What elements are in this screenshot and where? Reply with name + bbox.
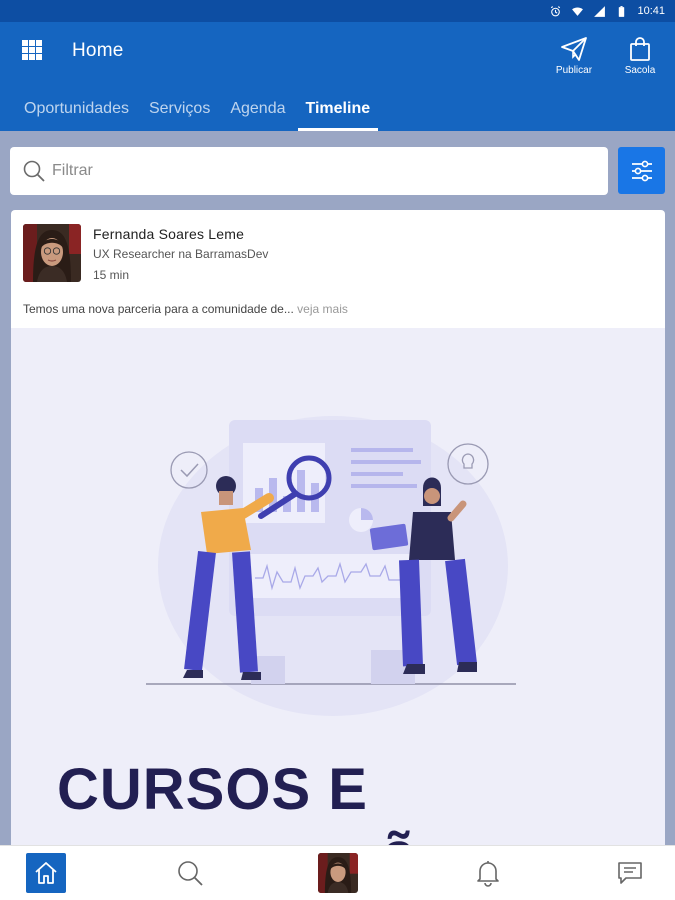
search-icon <box>23 160 45 182</box>
tab-timeline[interactable]: Timeline <box>296 86 381 131</box>
author-name[interactable]: Fernanda Soares Leme <box>93 226 244 242</box>
chat-icon <box>618 862 642 884</box>
bag-button[interactable]: Sacola <box>615 36 665 76</box>
nav-home[interactable] <box>26 853 66 893</box>
nav-messages[interactable] <box>610 853 650 893</box>
bag-label: Sacola <box>624 65 656 76</box>
wifi-icon <box>572 7 584 16</box>
tab-agenda[interactable]: Agenda <box>220 86 295 131</box>
post-image[interactable]: CURSOS E ã <box>11 328 665 900</box>
search-icon <box>178 861 203 886</box>
post-header: Fernanda Soares Leme UX Researcher na Ba… <box>11 210 665 328</box>
post-timestamp: 15 min <box>93 268 130 282</box>
bell-icon <box>477 861 499 887</box>
status-time: 10:41 <box>637 5 665 17</box>
image-heading: CURSOS E <box>57 757 368 822</box>
paper-plane-icon <box>561 37 587 61</box>
publish-label: Publicar <box>555 65 593 76</box>
page-title: Home <box>72 40 124 61</box>
post-text: Temos uma nova parceria para a comunidad… <box>23 302 348 316</box>
avatar[interactable] <box>23 224 81 282</box>
nav-profile[interactable] <box>318 853 358 893</box>
alarm-icon <box>551 5 561 16</box>
tab-oportunidades[interactable]: Oportunidades <box>14 86 139 131</box>
bottom-nav <box>0 845 675 900</box>
nav-search[interactable] <box>170 853 210 893</box>
publish-button[interactable]: Publicar <box>549 36 599 76</box>
filter-button[interactable] <box>618 147 665 194</box>
search-box[interactable] <box>10 147 608 195</box>
shopping-bag-icon <box>630 37 650 61</box>
status-bar: 10:41 <box>0 0 675 22</box>
see-more-link[interactable]: veja mais <box>297 302 348 316</box>
search-input[interactable] <box>52 162 572 180</box>
tab-bar: Oportunidades Serviços Agenda Timeline <box>0 86 380 131</box>
home-icon <box>35 862 57 884</box>
avatar <box>318 853 358 893</box>
sliders-icon <box>631 160 652 181</box>
apps-grid-icon[interactable] <box>22 40 42 60</box>
battery-icon <box>619 5 625 17</box>
app-bar: Home Publicar Sacola Oportunidades Servi… <box>0 22 675 131</box>
tab-servicos[interactable]: Serviços <box>139 86 220 131</box>
nav-notifications[interactable] <box>468 853 508 893</box>
post-text-body: Temos uma nova parceria para a comunidad… <box>23 302 294 316</box>
post-card: Fernanda Soares Leme UX Researcher na Ba… <box>11 210 665 900</box>
signal-icon <box>594 5 606 17</box>
author-role: UX Researcher na BarramasDev <box>93 247 269 261</box>
